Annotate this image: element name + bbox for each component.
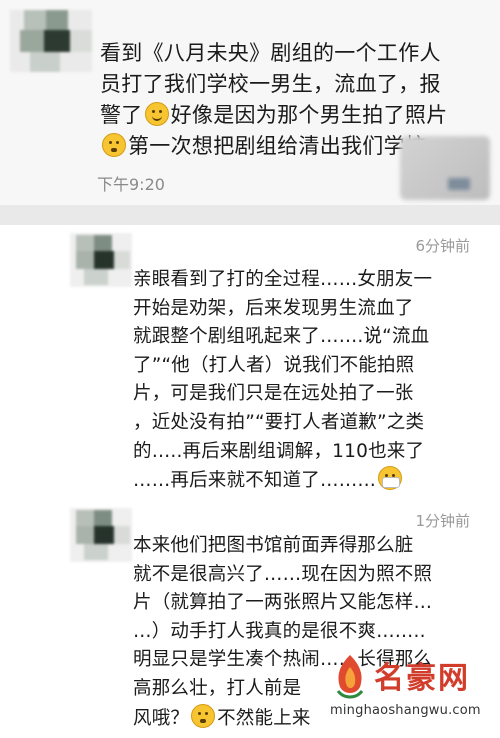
- comment-line: 片（就算拍了一两张照片又能怎样…: [133, 592, 433, 614]
- watermark-title: 名豪网: [374, 661, 470, 696]
- comment-line: ，近处没有拍”“要打人者道歉”之类: [133, 411, 425, 433]
- post-author-avatar[interactable]: [10, 10, 92, 72]
- flushed-emoji-icon: [102, 133, 126, 157]
- smile-emoji-icon: [144, 102, 169, 126]
- comment-line: …）动手打人我真的是很不爽……..: [133, 620, 426, 642]
- comment-item: 6分钟前 亲眼看到了打的全过程……女朋友一 开始是劝架，后来发现男生流血了 就跟…: [0, 225, 500, 500]
- moments-screen: 看到《八月未央》剧组的一个工作人 员打了我们学校一男生，流血了，报 警了 好像是因…: [0, 0, 500, 738]
- watermark-url: minghaoshangwu.com: [330, 703, 481, 718]
- post-line: 警了: [100, 103, 143, 127]
- post-timestamp: 下午9:20: [97, 175, 165, 194]
- mask-emoji-icon: [378, 466, 403, 491]
- comment-timestamp: 1分钟前: [415, 512, 470, 530]
- post-card: 看到《八月未央》剧组的一个工作人 员打了我们学校一男生，流血了，报 警了 好像是因…: [0, 0, 500, 205]
- post-line: 员打了我们学校一男生，流血了，报: [100, 72, 441, 96]
- watermark-logo-icon: [336, 655, 364, 699]
- section-divider: [0, 205, 500, 225]
- comment-line: 不然能上来: [217, 707, 311, 729]
- comment-line: 本来他们把图书馆前面弄得那么脏: [133, 535, 414, 556]
- comment-line: 亲眼看到了打的全过程……女朋友一: [133, 269, 433, 290]
- comment-line: 的…..再后来剧组调解，110也来了: [133, 440, 425, 462]
- comment-timestamp: 6分钟前: [415, 237, 470, 255]
- commenter-avatar[interactable]: [70, 508, 132, 562]
- comment-line: 片，可是我们只是在远处拍了一张: [133, 383, 414, 405]
- comment-line: 了”“他（打人者）说我们不能拍照: [133, 354, 415, 376]
- post-line: 看到《八月未央》剧组的一个工作人: [100, 41, 441, 65]
- image-icon: [448, 178, 470, 190]
- comment-line: ……再后来就不知道了………: [133, 470, 377, 492]
- site-watermark: 名豪网 minghaoshangwu.com: [302, 645, 497, 735]
- commenter-avatar[interactable]: [70, 233, 132, 287]
- flushed-emoji-icon: [191, 703, 216, 728]
- comment-text: 亲眼看到了打的全过程……女朋友一 开始是劝架，后来发现男生流血了 就跟整个剧组吼…: [133, 266, 495, 496]
- post-image-thumbnail[interactable]: [400, 136, 490, 200]
- comment-line: 就跟整个剧组吼起来了…….说“流血: [133, 326, 430, 348]
- post-line: 第一次想把剧组给清出我们学校: [128, 134, 427, 158]
- comment-line: 风哦？: [133, 707, 190, 729]
- comment-line: 开始是劝架，后来发现男生流血了: [133, 297, 414, 319]
- comment-line: 就不是很高兴了……现在因为照不照: [133, 563, 433, 585]
- post-line: 好像是因为那个男生拍了照片: [170, 103, 448, 127]
